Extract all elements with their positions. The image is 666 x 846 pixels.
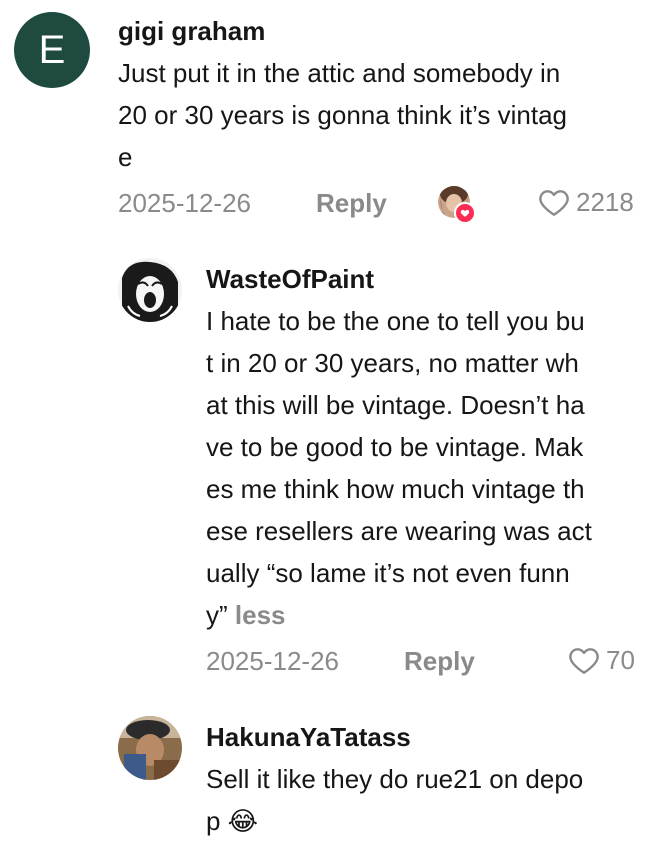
- comment-text-line: Just put it in the attic and somebody in: [118, 58, 561, 88]
- reply-text-line: ese resellers are wearing was act: [206, 516, 592, 546]
- reply-text-line: y” less: [206, 594, 656, 636]
- reply-username[interactable]: WasteOfPaint: [206, 264, 374, 294]
- reply-text-line: p 😂: [206, 806, 259, 836]
- comment-text-line: e: [118, 142, 133, 172]
- comment-date: 2025-12-26: [118, 188, 251, 218]
- comment: E gigi graham Just put it in the attic a…: [0, 0, 666, 230]
- like-count: 70: [606, 645, 635, 675]
- avatar[interactable]: [118, 258, 182, 322]
- reply-button[interactable]: Reply: [316, 188, 387, 218]
- comment-username[interactable]: gigi graham: [118, 16, 265, 46]
- reply-text-line: Sell it like they do rue21 on depo: [206, 764, 584, 794]
- reply-comment: WasteOfPaint I hate to be the one to tel…: [0, 250, 666, 690]
- comment-text-line: 20 or 30 years is gonna think it’s vinta…: [118, 100, 568, 130]
- like-count: 2218: [576, 187, 634, 217]
- heart-outline-icon: [539, 190, 569, 216]
- avatar[interactable]: E: [14, 12, 90, 88]
- reply-text-line: t in 20 or 30 years, no matter wh: [206, 348, 579, 378]
- reply-username[interactable]: HakunaYaTatass: [206, 722, 411, 752]
- reply-text: I hate to be the one to tell you bu t in…: [206, 300, 656, 636]
- reply-button[interactable]: Reply: [404, 646, 475, 676]
- reply-text-line: I hate to be the one to tell you bu: [206, 306, 585, 336]
- reply-text-last: y”: [206, 600, 228, 630]
- like-button[interactable]: 70: [568, 645, 635, 675]
- avatar-letter: E: [38, 27, 66, 72]
- reply-text-line: at this will be vintage. Doesn’t ha: [206, 390, 585, 420]
- like-button[interactable]: 2218: [538, 187, 634, 217]
- heart-icon: [454, 202, 476, 224]
- reply-comment: HakunaYaTatass Sell it like they do rue2…: [0, 708, 666, 846]
- avatar[interactable]: [118, 716, 182, 780]
- less-button[interactable]: less: [235, 600, 286, 630]
- reply-text-line: ve to be good to be vintage. Mak: [206, 432, 584, 462]
- reply-text-line: ually “so lame it’s not even funn: [206, 558, 570, 588]
- comment-text: Just put it in the attic and somebody in…: [118, 52, 658, 178]
- reply-text: Sell it like they do rue21 on depo p 😂: [206, 758, 656, 842]
- heart-outline-icon: [569, 648, 599, 674]
- reply-date: 2025-12-26: [206, 646, 339, 676]
- creator-liked-indicator: [438, 186, 476, 224]
- reply-text-line: es me think how much vintage th: [206, 474, 585, 504]
